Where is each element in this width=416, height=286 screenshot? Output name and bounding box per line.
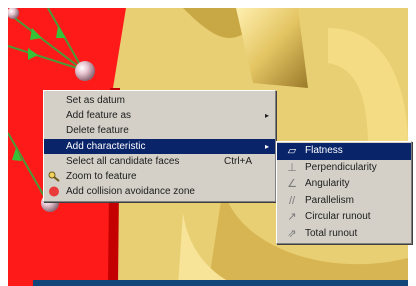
datum-sphere[interactable] [75, 61, 95, 81]
menu-item-label: Set as datum [66, 95, 125, 106]
circular-runout-icon: ↗ [287, 211, 297, 223]
submenu-item-label: Perpendicularity [305, 161, 377, 173]
menu-item-label: Delete feature [66, 125, 129, 137]
submenu-item-total-runout[interactable]: ⇗ Total runout [277, 226, 411, 243]
menu-item-label: Select all candidate faces [66, 155, 180, 167]
menu-item-label: Add collision avoidance zone [66, 186, 195, 198]
bottom-status-bar [33, 280, 408, 286]
menu-item-label: Add characteristic [66, 140, 146, 152]
angularity-icon: ∠ [287, 178, 297, 190]
submenu-item-label: Angularity [305, 178, 350, 189]
total-runout-icon: ⇗ [287, 227, 297, 240]
parallelism-icon: // [288, 194, 296, 207]
submenu-item-angularity[interactable]: ∠ Angularity [277, 176, 411, 193]
submenu-item-flatness[interactable]: ▱ Flatness [277, 143, 411, 160]
submenu-arrow-icon: ▸ [264, 141, 269, 151]
submenu-item-label: Circular runout [305, 211, 371, 222]
submenu-arrow-icon: ▸ [264, 111, 269, 121]
submenu-item-label: Total runout [305, 227, 358, 239]
menu-item-zoom-to-feature[interactable]: Zoom to feature [44, 169, 275, 184]
submenu-item-parallelism[interactable]: // Parallelism [277, 193, 411, 210]
collision-zone-icon [49, 186, 59, 197]
zoom-icon [48, 171, 60, 182]
menu-item-select-all-candidate-faces[interactable]: Select all candidate faces Ctrl+A [44, 154, 275, 169]
submenu-item-label: Flatness [305, 145, 343, 156]
flatness-icon: ▱ [287, 145, 297, 157]
menu-item-add-collision-avoidance-zone[interactable]: Add collision avoidance zone [44, 184, 275, 199]
menu-item-shortcut: Ctrl+A [224, 155, 253, 167]
menu-item-set-as-datum[interactable]: Set as datum [44, 93, 275, 108]
menu-item-label: Zoom to feature [66, 170, 137, 182]
menu-item-add-characteristic[interactable]: Add characteristic ▸ [44, 138, 275, 154]
submenu-item-circular-runout[interactable]: ↗ Circular runout [277, 209, 411, 226]
context-menu: Set as datum Add feature as ▸ Delete feat… [43, 90, 276, 203]
submenu-item-perpendicularity[interactable]: ⊥ Perpendicularity [277, 160, 411, 177]
submenu-item-label: Parallelism [305, 194, 354, 206]
menu-item-delete-feature[interactable]: Delete feature [44, 123, 275, 138]
menu-item-add-feature-as[interactable]: Add feature as ▸ [44, 108, 275, 123]
menu-item-label: Add feature as [66, 110, 132, 122]
characteristic-submenu: ▱ Flatness ⊥ Perpendicularity ∠ Angularity … [276, 141, 412, 244]
perpendicularity-icon: ⊥ [287, 161, 297, 174]
